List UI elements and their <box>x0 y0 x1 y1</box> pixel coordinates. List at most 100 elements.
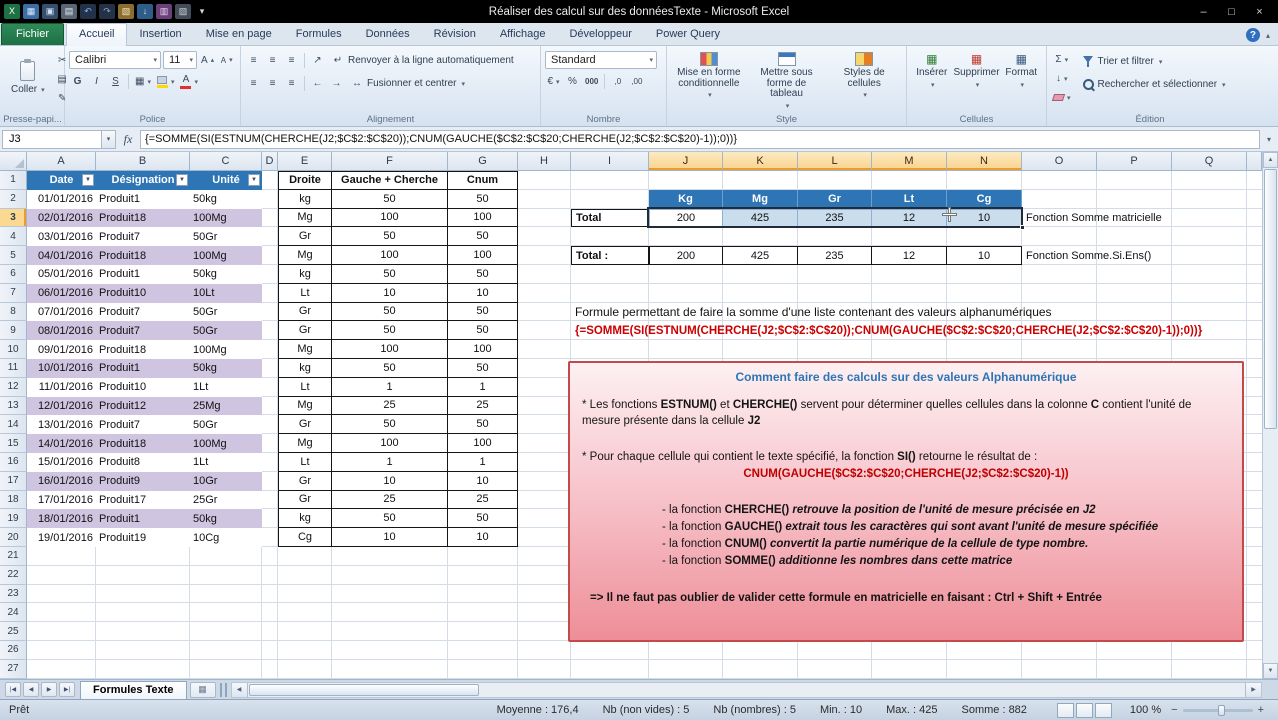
cell[interactable]: 25 <box>332 396 448 416</box>
cell[interactable]: Produit18 <box>96 208 190 228</box>
row-header-16[interactable]: 16 <box>0 453 27 472</box>
cell[interactable]: Produit7 <box>96 415 190 435</box>
sort-filter-button[interactable]: Trier et filtrer ▾ <box>1079 53 1229 70</box>
column-header-O[interactable]: O <box>1022 152 1097 171</box>
cell-K5[interactable]: 425 <box>723 246 798 265</box>
table-header-unité[interactable]: Unité ▼ <box>190 171 262 190</box>
cell[interactable]: 100 <box>332 246 448 265</box>
filter-icon[interactable]: ▼ <box>248 174 260 186</box>
sort-icon[interactable]: ↓ <box>137 4 153 19</box>
grow-font-icon[interactable]: A ▴ <box>199 52 216 69</box>
column-header-N[interactable]: N <box>947 152 1022 171</box>
cell[interactable]: 10 <box>448 471 518 491</box>
row-header-9[interactable]: 9 <box>0 321 27 341</box>
next-sheet-icon[interactable]: ▶ <box>41 682 57 697</box>
merge-center-button[interactable]: ↔ Fusionner et centrer ▾ <box>347 74 468 93</box>
row-header-23[interactable]: 23 <box>0 584 27 604</box>
cell[interactable]: 100 <box>448 340 518 359</box>
align-right-icon[interactable]: ≡ <box>283 75 300 92</box>
row-header-1[interactable]: 1 <box>0 171 27 190</box>
cell[interactable]: Gr <box>278 490 332 510</box>
font-color-icon[interactable]: A ▾ <box>178 73 200 90</box>
cell[interactable]: 10 <box>448 528 518 547</box>
cell[interactable]: Produit8 <box>96 453 190 472</box>
page-layout-view-icon[interactable] <box>1075 702 1093 718</box>
tab-power-query[interactable]: Power Query <box>644 24 732 45</box>
cell[interactable]: 100 <box>332 340 448 359</box>
column-header-Q[interactable]: Q <box>1172 152 1247 171</box>
align-bottom-icon[interactable]: ≡ <box>283 52 300 69</box>
cell[interactable]: 50kg <box>190 189 262 209</box>
find-select-button[interactable]: Rechercher et sélectionner ▾ <box>1079 76 1229 93</box>
cell-N5[interactable]: 10 <box>947 246 1022 265</box>
row-header-2[interactable]: 2 <box>0 189 27 209</box>
row-header-14[interactable]: 14 <box>0 415 27 435</box>
bold-button[interactable]: G <box>69 73 86 90</box>
cell[interactable]: 12/01/2016 <box>27 396 96 416</box>
cell[interactable]: 08/01/2016 <box>27 321 96 341</box>
filter-icon[interactable]: ▼ <box>82 174 94 186</box>
cell[interactable]: 10 <box>332 283 448 303</box>
row-header-12[interactable]: 12 <box>0 377 27 397</box>
conditional-formatting-button[interactable]: Mise en forme conditionnelle ▾ <box>671 49 747 103</box>
cell[interactable]: Cg <box>278 528 332 547</box>
formula-input[interactable]: {=SOMME(SI(ESTNUM(CHERCHE(J2;$C$2:$C$20)… <box>140 129 1260 149</box>
borders-icon[interactable]: ▦ ▾ <box>133 73 153 90</box>
cell[interactable]: kg <box>278 359 332 378</box>
table-header-date[interactable]: Date ▼ <box>27 171 96 190</box>
cell[interactable]: 50 <box>332 265 448 284</box>
excel-logo-icon[interactable]: X <box>4 4 20 19</box>
font-size-select[interactable]: 11 ▾ <box>163 51 197 69</box>
column-header-P[interactable]: P <box>1097 152 1172 171</box>
zoom-level[interactable]: 100 % <box>1130 704 1161 716</box>
row-header-19[interactable]: 19 <box>0 509 27 529</box>
page-break-view-icon[interactable] <box>1094 702 1112 718</box>
cell[interactable]: 50 <box>448 359 518 378</box>
zoom-thumb[interactable] <box>1217 704 1225 716</box>
horizontal-scrollbar[interactable]: ◀ ▶ <box>230 681 1262 698</box>
cell[interactable]: 17/01/2016 <box>27 490 96 510</box>
clear-icon[interactable]: ▾ <box>1051 89 1073 106</box>
cell[interactable]: Produit7 <box>96 321 190 341</box>
qat-menu-icon[interactable]: ▾ <box>194 4 210 19</box>
cell[interactable]: Produit7 <box>96 302 190 322</box>
cell[interactable]: 10Cg <box>190 528 262 547</box>
fill-handle[interactable] <box>1020 225 1025 231</box>
cell[interactable]: 100 <box>448 246 518 265</box>
tab-formules[interactable]: Formules <box>284 24 354 45</box>
name-box[interactable]: J3 <box>2 129 102 149</box>
cell[interactable]: Gr <box>278 227 332 247</box>
tab-fichier[interactable]: Fichier <box>1 23 65 45</box>
cell[interactable]: 19/01/2016 <box>27 528 96 547</box>
cell[interactable]: Produit1 <box>96 509 190 529</box>
autosum-icon[interactable]: Σ ▾ <box>1051 51 1073 68</box>
cell[interactable]: 50Gr <box>190 321 262 341</box>
insert-worksheet-icon[interactable]: ▦ <box>189 681 216 698</box>
row-header-8[interactable]: 8 <box>0 302 27 322</box>
open-icon[interactable]: ▧ <box>118 4 134 19</box>
cell-M5[interactable]: 12 <box>872 246 947 265</box>
cell[interactable]: 50 <box>332 415 448 435</box>
cell[interactable]: 10Gr <box>190 471 262 491</box>
cell[interactable]: 10 <box>332 528 448 547</box>
cell[interactable]: 100 <box>448 208 518 228</box>
column-header-F[interactable]: F <box>332 152 448 171</box>
help-icon[interactable]: ? <box>1245 28 1260 42</box>
row-header-22[interactable]: 22 <box>0 565 27 585</box>
cell[interactable]: 25Gr <box>190 490 262 510</box>
cell[interactable]: 50 <box>332 359 448 378</box>
column-header-A[interactable]: A <box>27 152 96 171</box>
cell[interactable]: 50Gr <box>190 302 262 322</box>
zoom-out-icon[interactable]: − <box>1171 704 1177 716</box>
fill-icon[interactable]: ↓ ▾ <box>1051 70 1073 87</box>
cell[interactable]: Lt <box>278 453 332 472</box>
cell[interactable]: 11/01/2016 <box>27 377 96 397</box>
cell[interactable]: 50Gr <box>190 227 262 247</box>
cell[interactable]: 06/01/2016 <box>27 283 96 303</box>
column-header-I[interactable]: I <box>571 152 649 171</box>
normal-view-icon[interactable] <box>1056 702 1074 718</box>
last-sheet-icon[interactable]: ▶| <box>59 682 75 697</box>
cell[interactable]: 13/01/2016 <box>27 415 96 435</box>
cell[interactable]: 50 <box>448 509 518 529</box>
cell[interactable]: 1Lt <box>190 377 262 397</box>
